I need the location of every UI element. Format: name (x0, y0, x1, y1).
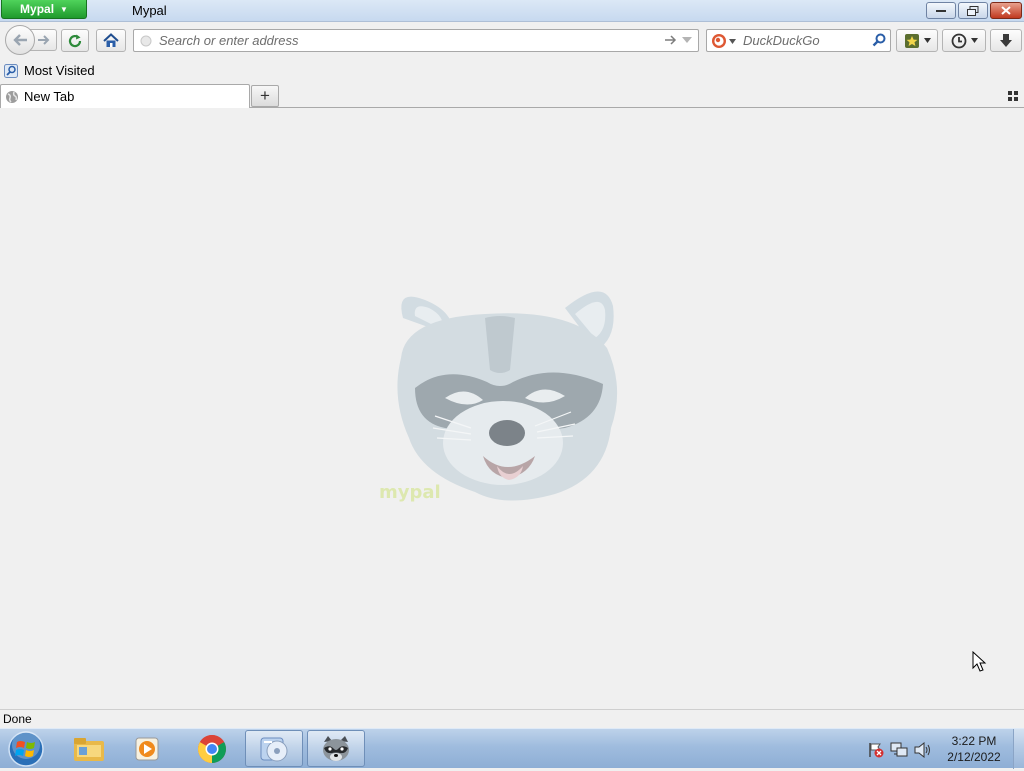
volume-icon[interactable] (914, 742, 932, 758)
app-menu-button[interactable]: Mypal ▼ (1, 0, 87, 19)
chevron-down-icon (923, 38, 931, 43)
media-center-icon (260, 737, 288, 761)
chevron-down-icon (729, 38, 736, 44)
home-icon (103, 33, 119, 47)
history-dropdown-icon[interactable] (682, 37, 692, 44)
restore-icon (967, 5, 979, 16)
back-arrow-icon (13, 34, 27, 46)
navigation-toolbar (0, 22, 1024, 60)
search-input[interactable] (743, 32, 868, 49)
status-bar: Done (0, 709, 1024, 728)
go-arrow-icon[interactable] (664, 34, 678, 46)
search-icon[interactable] (872, 33, 886, 47)
restore-button[interactable] (958, 2, 988, 19)
most-visited-folder[interactable]: Most Visited (4, 63, 95, 78)
tab-label: New Tab (24, 89, 75, 104)
back-forward-group (5, 25, 57, 55)
search-engine-selector[interactable] (711, 33, 736, 49)
bookmarks-menu-button[interactable] (896, 29, 938, 52)
media-player-icon (135, 737, 159, 760)
close-icon (1001, 6, 1011, 15)
back-button[interactable] (5, 25, 35, 55)
minimize-icon (936, 9, 946, 12)
reload-button[interactable] (61, 29, 89, 52)
taskbar-chrome[interactable] (183, 730, 241, 767)
tab-new-tab[interactable]: New Tab (0, 84, 250, 108)
taskbar-mypal[interactable] (307, 730, 365, 767)
windows-start-orb-icon (8, 731, 44, 767)
app-menu-label: Mypal (20, 2, 55, 16)
chevron-down-icon (970, 38, 978, 43)
start-button[interactable] (6, 730, 46, 768)
taskbar-file-explorer[interactable] (60, 730, 118, 767)
downloads-button[interactable] (990, 29, 1022, 52)
action-center-flag-icon[interactable] (868, 742, 884, 758)
reload-icon (68, 34, 82, 47)
bookmark-star-icon (904, 33, 919, 48)
search-bar[interactable] (706, 29, 891, 52)
plus-icon: + (260, 86, 270, 105)
window-title: Mypal (132, 3, 167, 18)
mypal-raccoon-logo: mypal (379, 291, 618, 503)
taskbar-media-center[interactable] (245, 730, 303, 767)
close-button[interactable] (990, 2, 1022, 19)
address-input[interactable] (159, 32, 639, 49)
taskbar-media-player[interactable] (120, 730, 178, 767)
file-explorer-icon (74, 737, 104, 761)
taskbar: 3:22 PM 2/12/2022 (0, 728, 1024, 769)
page-identity-icon (140, 35, 152, 47)
chevron-down-icon: ▼ (60, 4, 68, 14)
page-content: mypal (0, 108, 1024, 709)
download-arrow-icon (1000, 33, 1012, 47)
history-menu-button[interactable] (942, 29, 986, 52)
address-bar[interactable] (133, 29, 699, 52)
network-icon[interactable] (890, 742, 908, 758)
most-visited-icon (4, 63, 18, 78)
globe-icon (6, 90, 18, 103)
status-text: Done (3, 712, 32, 726)
mypal-raccoon-icon (323, 735, 349, 761)
clock-date: 2/12/2022 (947, 750, 1001, 764)
bookmarks-toolbar: Most Visited (0, 61, 1024, 83)
forward-arrow-icon (38, 35, 50, 45)
new-tab-button[interactable]: + (251, 85, 279, 107)
home-button[interactable] (96, 29, 126, 52)
minimize-button[interactable] (926, 2, 956, 19)
mouse-cursor-icon (972, 651, 987, 672)
tab-groups-icon[interactable] (1008, 91, 1018, 101)
show-desktop-button[interactable] (1013, 729, 1024, 769)
system-clock[interactable]: 3:22 PM 2/12/2022 (936, 733, 1012, 765)
duckduckgo-icon (712, 34, 726, 48)
clock-time: 3:22 PM (951, 734, 997, 748)
chrome-icon (198, 734, 226, 763)
tab-strip: New Tab + (0, 84, 1024, 108)
title-bar: Mypal ▼ Mypal (0, 0, 1024, 22)
most-visited-label: Most Visited (24, 63, 95, 78)
history-clock-icon (951, 33, 966, 48)
svg-text:mypal: mypal (379, 482, 441, 503)
